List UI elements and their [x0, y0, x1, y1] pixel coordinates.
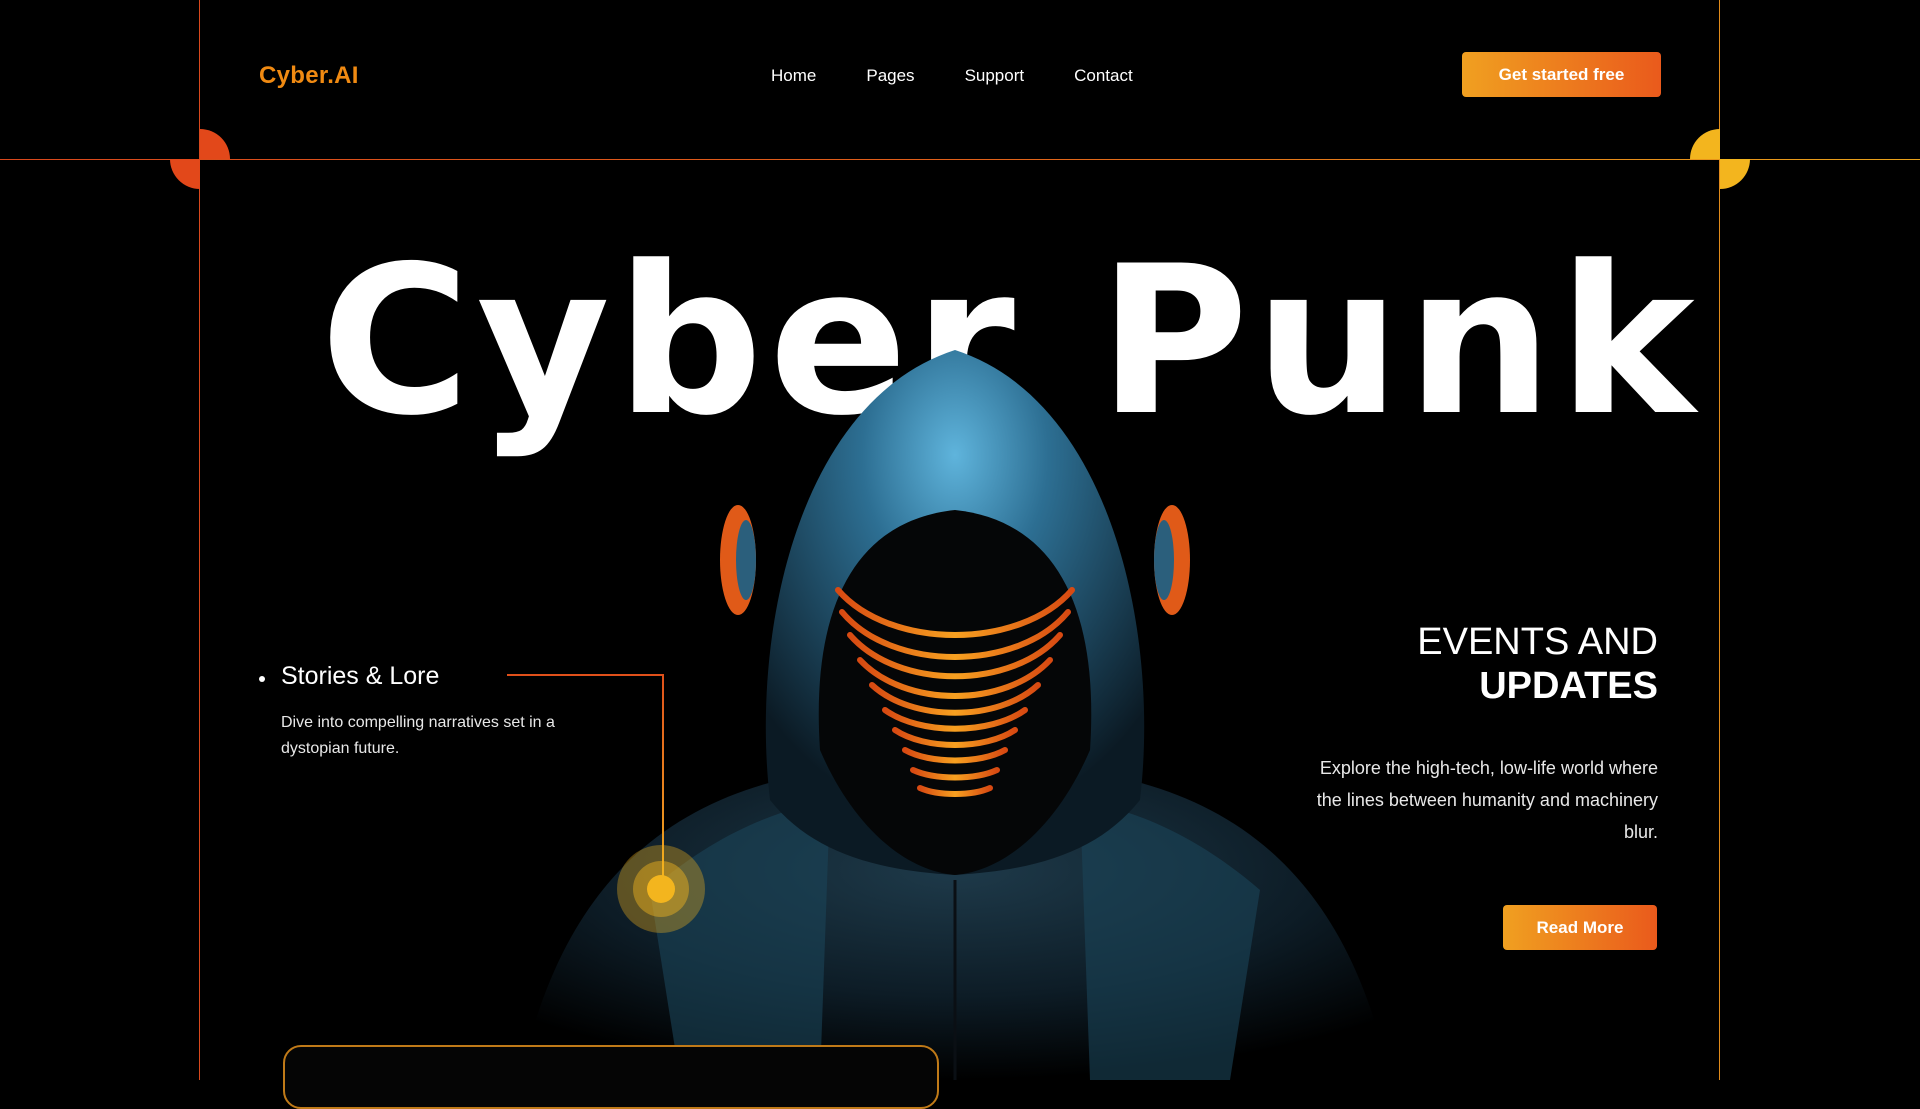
read-more-button[interactable]: Read More [1503, 905, 1657, 950]
connector-line-horizontal [507, 674, 663, 676]
events-heading-bold: UPDATES [1479, 665, 1658, 707]
nav-home[interactable]: Home [771, 66, 816, 86]
hooded-figure-image [520, 350, 1390, 1080]
get-started-button[interactable]: Get started free [1462, 52, 1661, 97]
nav-contact[interactable]: Contact [1074, 66, 1133, 86]
nav-support[interactable]: Support [965, 66, 1025, 86]
bullet-dot [259, 676, 265, 682]
frame-line-horizontal [0, 159, 1920, 160]
main-nav: Home Pages Support Contact [771, 66, 1133, 86]
nav-pages[interactable]: Pages [866, 66, 914, 86]
stories-title: Stories & Lore [281, 662, 440, 690]
stories-description: Dive into compelling narratives set in a… [281, 714, 555, 757]
events-heading: EVENTS AND UPDATES [1417, 620, 1658, 708]
target-hotspot-icon[interactable] [617, 845, 705, 933]
events-heading-light: EVENTS AND [1417, 621, 1658, 663]
events-description: Explore the high-tech, low-life world wh… [1316, 758, 1658, 842]
bottom-card [283, 1045, 939, 1109]
corner-quarter-left-icon [170, 129, 230, 189]
corner-quarter-right-icon [1690, 129, 1750, 189]
brand-logo[interactable]: Cyber.AI [259, 62, 359, 90]
